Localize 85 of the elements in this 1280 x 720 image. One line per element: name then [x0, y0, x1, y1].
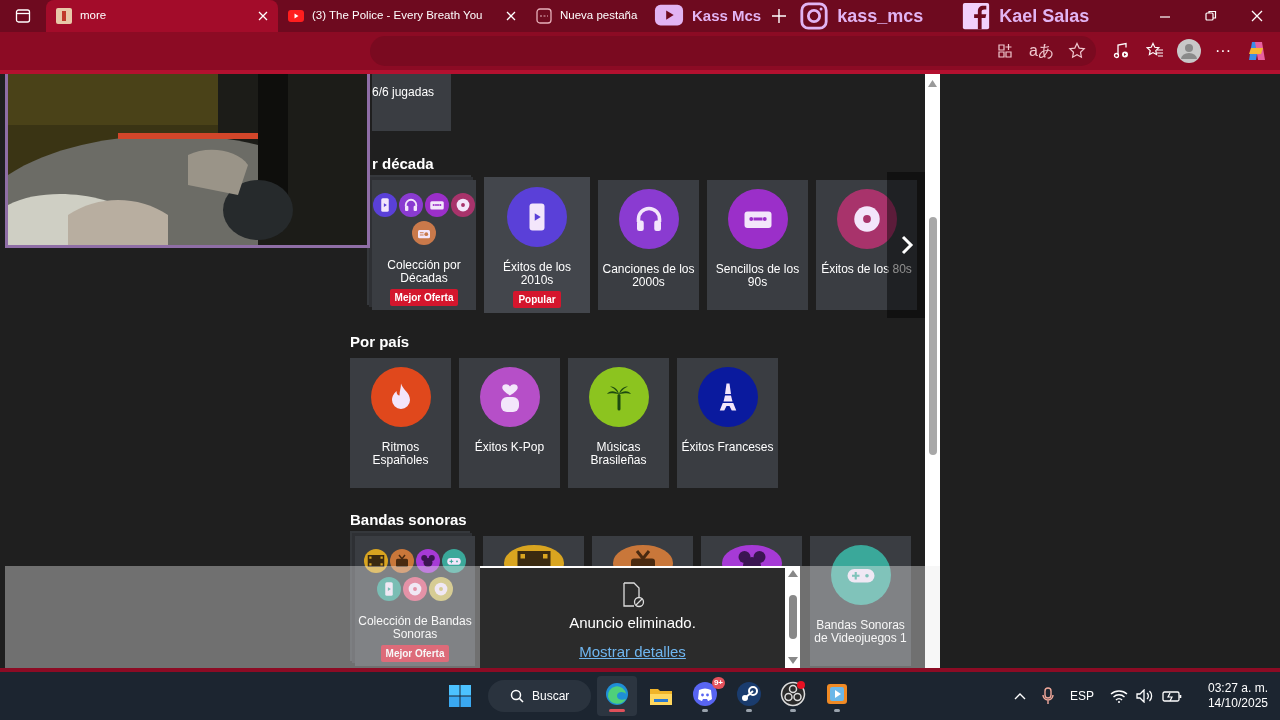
- badge-label: Mejor Oferta: [389, 289, 459, 306]
- overlay-label: Kass Mcs: [692, 5, 762, 26]
- recorder-icon[interactable]: [780, 680, 806, 707]
- card-title: Colección de Bandas Sonoras: [358, 614, 472, 641]
- scrollbar-thumb[interactable]: [928, 217, 937, 455]
- category-card[interactable]: Canciones de los 2000s: [598, 180, 699, 310]
- running-indicator: [702, 708, 708, 712]
- new-tab-icon[interactable]: [771, 8, 788, 24]
- category-card[interactable]: Éxitos de los 80s: [816, 180, 917, 310]
- category-card[interactable]: Ritmos Españoles: [350, 358, 451, 488]
- site-favicon-icon: [56, 8, 72, 24]
- microphone-icon[interactable]: [1041, 687, 1054, 705]
- badge-label: Popular: [513, 291, 561, 308]
- card-title: Éxitos de los 80s: [821, 262, 912, 276]
- category-card[interactable]: Músicas Brasileñas: [568, 358, 669, 488]
- category-card[interactable]: [592, 536, 693, 566]
- clock-date[interactable]: 14/10/2025: [1207, 696, 1268, 711]
- copilot-icon[interactable]: [1246, 40, 1268, 62]
- chevron-right-icon: [900, 235, 914, 255]
- notification-badge: 9+: [711, 677, 725, 689]
- chevron-up-icon[interactable]: [1013, 692, 1026, 700]
- card-title: Canciones de los 2000s: [602, 262, 695, 289]
- browser-icon: [604, 680, 630, 707]
- game-store-icon[interactable]: [736, 680, 762, 707]
- more-menu-icon[interactable]: ···: [1215, 39, 1231, 63]
- card-title: Éxitos de los 2010s: [502, 260, 571, 287]
- card-title: Éxitos Franceses: [681, 440, 774, 454]
- close-icon[interactable]: [1250, 9, 1264, 23]
- running-indicator: [746, 708, 752, 712]
- favorites-icon[interactable]: [1146, 42, 1164, 60]
- scroll-down-icon[interactable]: [787, 657, 798, 664]
- taskbar-button[interactable]: [597, 676, 637, 716]
- windows-start-icon[interactable]: [448, 684, 472, 708]
- running-indicator: [834, 708, 840, 712]
- avatar-icon[interactable]: [1177, 39, 1201, 63]
- category-card[interactable]: Sencillos de los 90s: [707, 180, 808, 310]
- section-heading: Por país: [350, 333, 410, 350]
- card-subtitle: 6/6 jugadas: [372, 85, 435, 99]
- clock-time[interactable]: 03:27 a. m.: [1207, 681, 1268, 696]
- translate-icon[interactable]: aあ: [1029, 39, 1054, 63]
- language-indicator[interactable]: ESP: [1069, 687, 1094, 705]
- category-card[interactable]: [701, 536, 802, 566]
- section-heading: Bandas sonoras: [350, 511, 467, 528]
- card-title: Bandas Sonoras de Videojuegos 1: [814, 618, 907, 645]
- search-field[interactable]: Buscar: [488, 680, 591, 712]
- music-note-icon[interactable]: [1112, 42, 1130, 60]
- card-title: Colección por Décadas: [387, 258, 461, 285]
- card-title: Músicas Brasileñas: [590, 440, 647, 467]
- video-play-icon: [288, 8, 304, 24]
- battery-icon[interactable]: [1161, 689, 1182, 703]
- browser-tab[interactable]: (3) The Police - Every Breath You: [278, 0, 526, 32]
- running-indicator: [790, 708, 796, 712]
- scrollbar-thumb[interactable]: [788, 595, 797, 639]
- card-title: Ritmos Españoles: [372, 440, 429, 467]
- section-heading: r década: [372, 155, 434, 172]
- category-card[interactable]: Éxitos K-Pop: [459, 358, 560, 488]
- ad-message: Anuncio eliminado.: [569, 613, 696, 633]
- wifi-icon[interactable]: [1109, 689, 1128, 703]
- close-icon[interactable]: [258, 11, 268, 21]
- browser-tab[interactable]: Nueva pestaña: [526, 0, 646, 32]
- scroll-up-icon[interactable]: [928, 80, 937, 87]
- browser-tab[interactable]: more: [46, 0, 278, 32]
- badge-label: Mejor Oferta: [380, 645, 450, 662]
- category-card[interactable]: Éxitos de los 2010s Popular: [484, 177, 590, 313]
- details-link[interactable]: Mostrar detalles: [579, 640, 686, 663]
- card-title: Éxitos K-Pop: [474, 440, 545, 454]
- camera-icon: [799, 1, 830, 31]
- overlay-label: kass_mcs: [837, 4, 924, 28]
- category-card[interactable]: [483, 536, 584, 566]
- running-indicator: [609, 708, 625, 712]
- card-title: Sencillos de los 90s: [715, 262, 800, 289]
- category-card[interactable]: Éxitos Franceses: [677, 358, 778, 488]
- close-icon[interactable]: [506, 11, 516, 21]
- scroll-up-icon[interactable]: [787, 570, 798, 577]
- overlay-label: Kael Salas: [999, 4, 1090, 28]
- category-card[interactable]: Bandas Sonoras de Videojuegos 1: [810, 536, 911, 666]
- new-tab-icon: [536, 8, 552, 24]
- address-bar[interactable]: aあ: [370, 36, 1096, 66]
- speaker-icon[interactable]: [1135, 689, 1154, 703]
- sidebar-icon[interactable]: [15, 8, 31, 24]
- star-icon[interactable]: [1068, 42, 1086, 60]
- next-button[interactable]: [887, 172, 927, 318]
- blocked-document-icon: [620, 582, 645, 608]
- search-icon: [510, 689, 524, 703]
- restore-icon[interactable]: [1204, 9, 1218, 23]
